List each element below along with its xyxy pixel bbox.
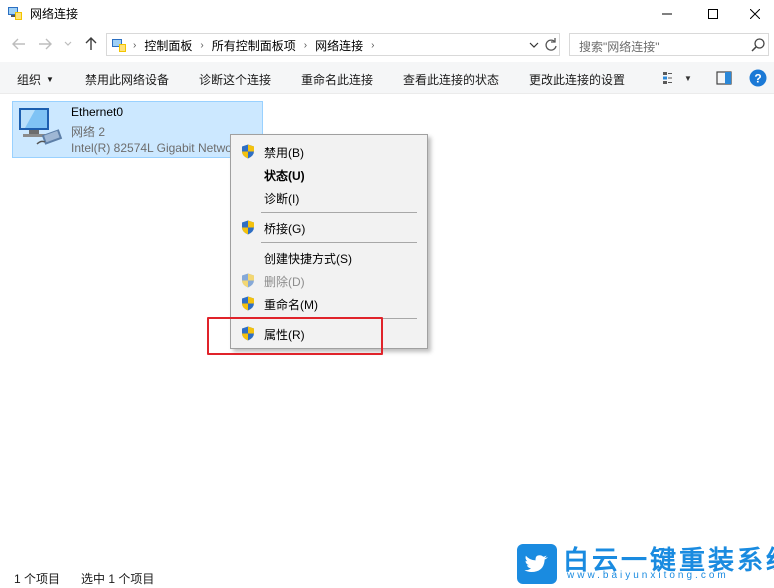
chevron-down-icon [64,41,72,46]
highlight-annotation [207,317,383,355]
change-settings-button[interactable]: 更改此连接的设置 [529,71,625,88]
menu-item-label: 重命名(M) [264,298,318,312]
arrow-left-icon [12,38,25,50]
organize-label: 组织 [17,73,42,87]
preview-pane-button[interactable] [714,69,734,87]
view-options-dropdown[interactable]: ▼ [682,69,694,87]
control-panel-icon [112,39,126,52]
network-connections-icon [8,7,22,20]
search-box[interactable]: 搜索"网络连接" [569,33,769,56]
refresh-icon[interactable] [543,37,559,53]
organize-button[interactable]: 组织 ▼ [17,71,54,88]
menu-item-label: 诊断(I) [264,192,300,206]
menu-item-disable[interactable]: 禁用(B) [233,140,425,162]
menu-item-label: 创建快捷方式(S) [264,252,352,266]
item-count: 1 个项目 [14,572,61,586]
help-button[interactable]: ? [748,69,768,87]
breadcrumb-network-connections[interactable]: 网络连接 [315,37,363,54]
menu-item-label: 删除(D) [264,275,305,289]
view-status-button[interactable]: 查看此连接的状态 [403,71,499,88]
breadcrumb-separator[interactable]: › [200,40,203,51]
preview-pane-icon [716,71,732,85]
search-icon[interactable] [750,37,766,53]
uac-shield-icon [242,273,254,288]
recent-locations-button[interactable] [62,35,74,53]
rename-button[interactable]: 重命名此连接 [301,71,373,88]
bird-logo-icon [517,544,557,584]
breadcrumb-all-items[interactable]: 所有控制面板项 [212,37,296,54]
change-view-button[interactable] [660,69,680,87]
close-button[interactable] [732,0,774,28]
dropdown-arrow-icon: ▼ [46,75,54,84]
connection-name: Ethernet0 [71,105,124,119]
menu-separator [261,212,417,213]
address-bar[interactable]: › 控制面板 › 所有控制面板项 › 网络连接 › [106,33,560,56]
uac-shield-icon [242,220,254,235]
menu-item-diagnose[interactable]: 诊断(I) [233,186,425,208]
breadcrumb-separator[interactable]: › [304,40,307,51]
menu-item-status[interactable]: 状态(U) [233,163,425,185]
uac-shield-icon [242,296,254,311]
help-icon: ? [749,69,767,87]
uac-shield-icon [242,144,254,159]
menu-separator [261,242,417,243]
minimize-icon [662,13,672,15]
menu-item-label: 禁用(B) [264,146,304,160]
diagnose-button[interactable]: 诊断这个连接 [199,71,271,88]
close-icon [750,9,760,19]
title-bar: 网络连接 [0,0,774,28]
dropdown-arrow-icon: ▼ [684,73,692,83]
disable-device-button[interactable]: 禁用此网络设备 [85,71,169,88]
chevron-down-icon[interactable] [527,38,541,52]
forward-button[interactable] [36,35,54,53]
arrow-up-icon [85,37,97,50]
maximize-icon [708,9,718,19]
network-adapter-icon [19,108,63,145]
window-title: 网络连接 [30,7,79,21]
back-button[interactable] [10,35,28,53]
connection-network: 网络 2 [71,125,106,139]
minimize-button[interactable] [644,0,690,28]
selection-count: 选中 1 个项目 [81,572,155,586]
watermark-logo: 白云一键重装系统 www.baiyunxitong.com [517,540,774,584]
connection-item-ethernet0[interactable]: Ethernet0 网络 2 Intel(R) 82574L Gigabit N… [12,101,306,158]
up-button[interactable] [82,35,100,53]
menu-item-label: 桥接(G) [264,222,306,236]
search-input[interactable]: 搜索"网络连接" [579,38,660,55]
menu-item-bridge[interactable]: 桥接(G) [233,216,425,238]
breadcrumb: › 控制面板 › 所有控制面板项 › 网络连接 › [131,37,382,54]
watermark-url: www.baiyunxitong.com [567,570,729,581]
breadcrumb-separator: › [133,40,137,51]
arrow-right-icon [39,38,52,50]
change-view-icon [663,72,672,84]
command-bar: 组织 ▼ 禁用此网络设备 诊断这个连接 重命名此连接 查看此连接的状态 更改此连接… [0,62,774,94]
menu-item-rename[interactable]: 重命名(M) [233,292,425,314]
menu-item-delete[interactable]: 删除(D) [233,269,425,291]
breadcrumb-separator[interactable]: › [371,40,374,51]
twitter-bird-icon [524,555,548,572]
breadcrumb-control-panel[interactable]: 控制面板 [144,37,192,54]
maximize-button[interactable] [690,0,736,28]
menu-item-label: 状态(U) [264,169,305,183]
menu-item-create-shortcut[interactable]: 创建快捷方式(S) [233,246,425,268]
svg-text:?: ? [754,72,761,86]
